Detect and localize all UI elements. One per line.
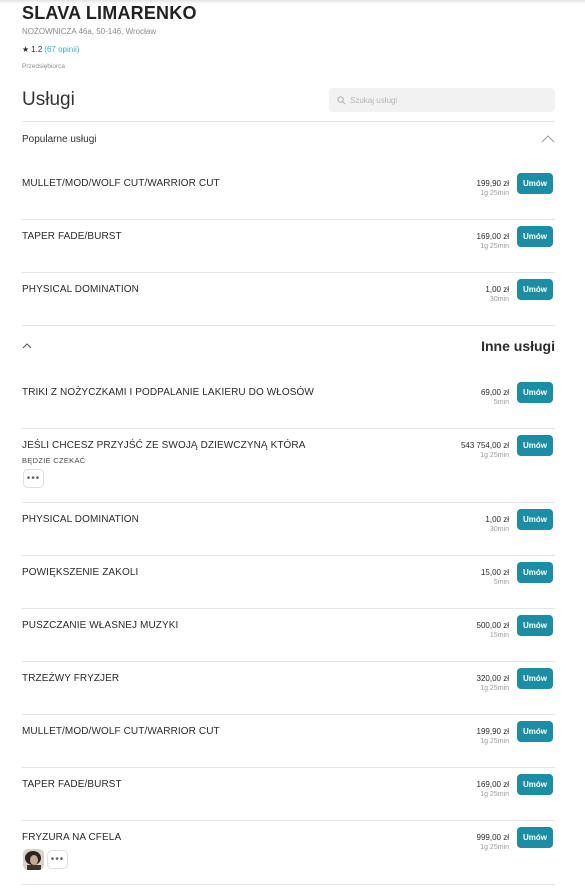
book-button[interactable]: Umów [517, 668, 553, 689]
divider [22, 502, 555, 503]
book-button[interactable]: Umów [517, 279, 553, 300]
book-button[interactable]: Umów [517, 382, 553, 403]
service-duration: 1g 25min [480, 791, 509, 798]
group-title: Inne usługi [481, 338, 555, 354]
service-duration: 1g 25min [480, 844, 509, 851]
service-duration: 1g 25min [480, 738, 509, 745]
divider [22, 884, 555, 885]
more-button[interactable]: ••• [23, 469, 44, 488]
service-name-continued: BĘDZIE CZEKAĆ [22, 456, 86, 465]
divider [22, 767, 555, 768]
service-name: TAPER FADE/BURST [22, 231, 122, 242]
search-input[interactable] [350, 95, 540, 105]
service-name: POWIĘKSZENIE ZAKOLI [22, 567, 139, 578]
book-button[interactable]: Umów [517, 774, 553, 795]
divider [22, 428, 555, 429]
search-box[interactable] [329, 88, 555, 112]
service-price: 169,00 zł [476, 780, 509, 789]
divider [22, 555, 555, 556]
service-duration: 15min [489, 632, 509, 639]
service-name: PHYSICAL DOMINATION [22, 514, 139, 525]
more-button[interactable]: ••• [47, 850, 68, 869]
divider [22, 608, 555, 609]
service-price: 1,00 zł [485, 285, 509, 294]
book-button[interactable]: Umów [517, 226, 553, 247]
service-row: FRYZURA NA CFELA 999,00 zł 1g 25min Umów… [22, 827, 555, 876]
service-duration: 1g 25min [480, 452, 509, 459]
divider [22, 325, 555, 326]
book-button[interactable]: Umów [517, 509, 553, 530]
divider [22, 219, 555, 220]
service-price: 320,00 zł [476, 674, 509, 683]
service-duration: 30min [489, 296, 509, 303]
service-name: TRZEŹWY FRYZJER [22, 673, 120, 684]
book-button[interactable]: Umów [517, 827, 553, 848]
service-name: TAPER FADE/BURST [22, 779, 122, 790]
service-duration: 5min [493, 579, 509, 586]
divider [22, 714, 555, 715]
business-header: SLAVA LIMARENKO NOŻOWNICZA 46a, 50-146, … [22, 2, 562, 70]
business-address: NOŻOWNICZA 46a, 50-146, Wrocław [22, 27, 157, 36]
service-price: 1,00 zł [485, 515, 509, 524]
search-icon [337, 95, 346, 104]
business-rating: ★ 1.2 (67 opinii) [22, 45, 562, 54]
service-price: 169,00 zł [476, 232, 509, 241]
service-name: FRYZURA NA CFELA [22, 832, 122, 843]
service-price: 199,90 zł [476, 179, 509, 188]
service-name: MULLET/MOD/WOLF CUT/WARRIOR CUT [22, 178, 220, 189]
group-header-popular[interactable]: Popularne usługi [22, 129, 555, 149]
star-icon: ★ [22, 45, 30, 54]
divider [22, 272, 555, 273]
book-button[interactable]: Umów [517, 615, 553, 636]
service-name: TRIKI Z NOŻYCZKAMI I PODPALANIE LAKIERU … [22, 387, 314, 398]
service-price: 69,00 zł [480, 388, 509, 397]
service-duration: 1g 25min [480, 243, 509, 250]
service-price: 15,00 zł [480, 568, 509, 577]
divider [22, 820, 555, 821]
group-header-other[interactable]: Inne usługi [22, 336, 555, 356]
services-title: Usługi [22, 89, 75, 110]
service-name: JEŚLI CHCESZ PRZYJŚĆ ZE SWOJĄ DZIEWCZYNĄ… [22, 440, 306, 451]
group-title: Popularne usługi [22, 133, 97, 145]
reviews-link[interactable]: (67 opinii) [44, 45, 79, 54]
business-name: SLAVA LIMARENKO [22, 3, 197, 23]
service-row: JEŚLI CHCESZ PRZYJŚĆ ZE SWOJĄ DZIEWCZYNĄ… [22, 435, 555, 494]
service-duration: 1g 25min [480, 190, 509, 197]
service-duration: 1g 25min [480, 685, 509, 692]
service-price: 543 754,00 zł [460, 441, 509, 450]
chevron-up-icon[interactable] [541, 135, 555, 143]
divider [22, 121, 555, 122]
chevron-up-icon[interactable] [22, 343, 32, 349]
service-duration: 5min [493, 399, 509, 406]
service-photo-thumbnail[interactable] [23, 849, 44, 870]
service-name: PHYSICAL DOMINATION [22, 284, 139, 295]
book-button[interactable]: Umów [517, 721, 553, 742]
service-duration: 30min [489, 526, 509, 533]
service-price: 500,00 zł [476, 621, 509, 630]
book-button[interactable]: Umów [517, 173, 553, 194]
book-button[interactable]: Umów [517, 435, 553, 456]
service-price: 199,90 zł [476, 727, 509, 736]
service-name: MULLET/MOD/WOLF CUT/WARRIOR CUT [22, 726, 220, 737]
business-type: Przedsiębiorca [22, 63, 65, 70]
divider [22, 661, 555, 662]
service-price: 999,00 zł [476, 833, 509, 842]
book-button[interactable]: Umów [517, 562, 553, 583]
service-name: PUSZCZANIE WŁASNEJ MUZYKI [22, 620, 179, 631]
rating-value: 1.2 [31, 45, 43, 54]
